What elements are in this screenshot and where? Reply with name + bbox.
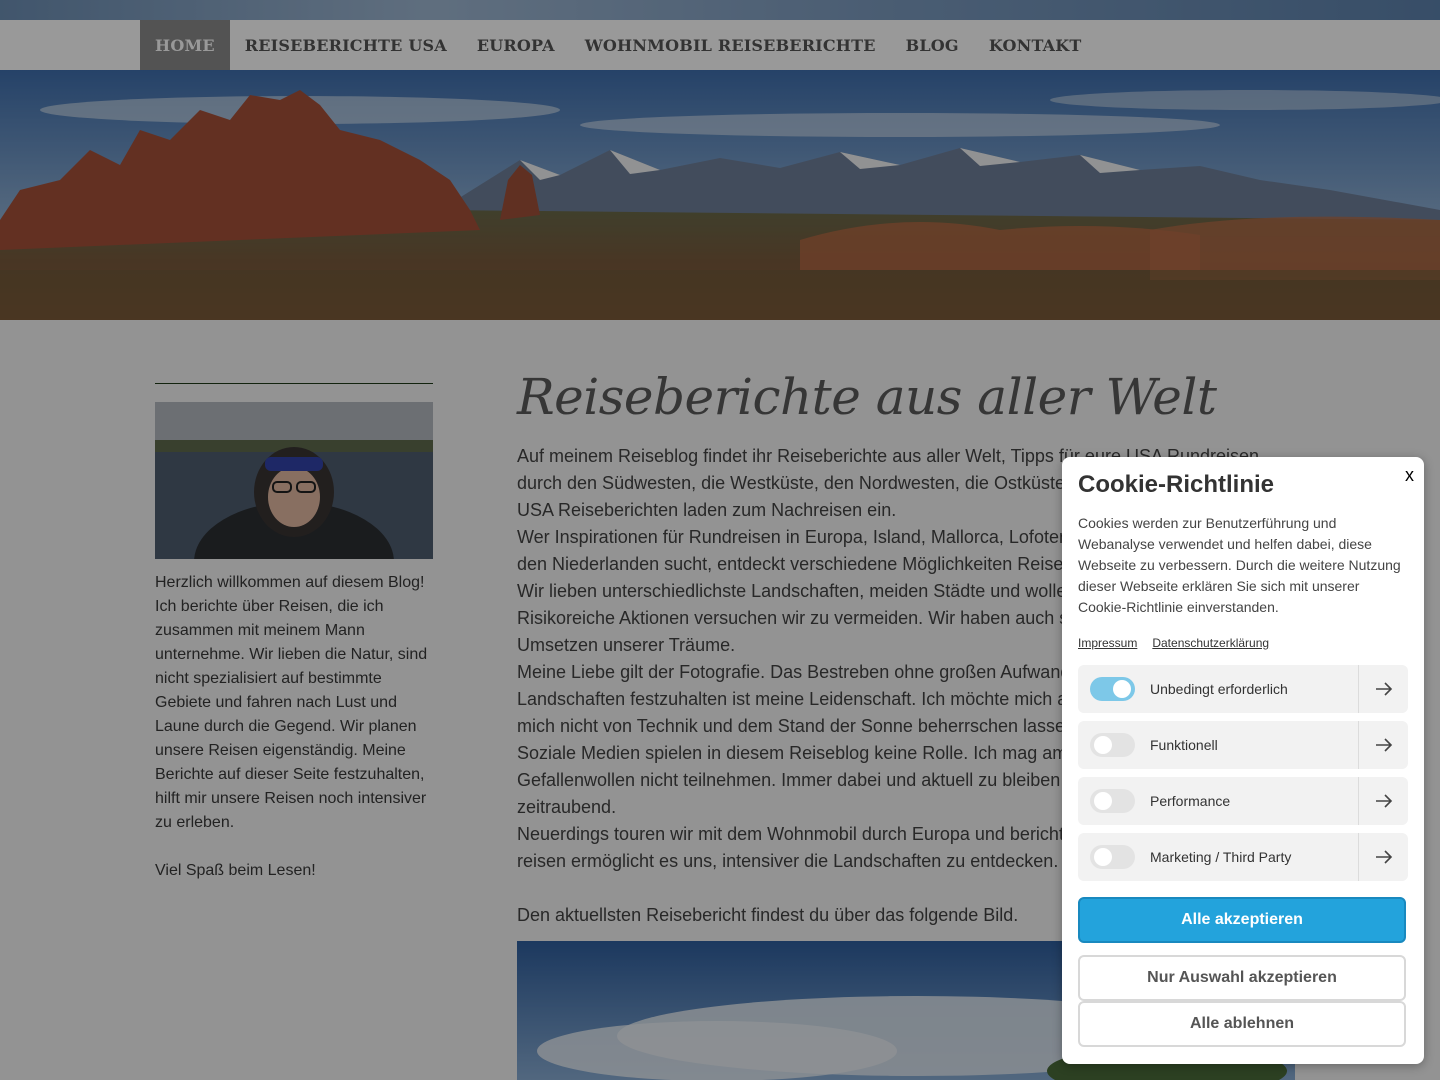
privacy-policy-link[interactable]: Datenschutzerklärung — [1152, 636, 1269, 650]
category-label: Performance — [1150, 793, 1231, 809]
category-label: Marketing / Third Party — [1150, 849, 1292, 865]
impressum-link[interactable]: Impressum — [1078, 636, 1137, 650]
toggle-performance[interactable] — [1090, 789, 1135, 813]
cookie-category-performance: Performance — [1078, 777, 1408, 825]
arrow-right-icon[interactable] — [1358, 833, 1408, 881]
cookie-description: Cookies werden zur Benutzerführung und W… — [1078, 515, 1401, 615]
cookie-category-marketing: Marketing / Third Party — [1078, 833, 1408, 881]
close-icon[interactable]: x — [1405, 465, 1414, 486]
reject-all-button[interactable]: Alle ablehnen — [1078, 1001, 1406, 1047]
arrow-right-icon[interactable] — [1358, 665, 1408, 713]
accept-all-button[interactable]: Alle akzeptieren — [1078, 897, 1406, 943]
toggle-functional[interactable] — [1090, 733, 1135, 757]
arrow-right-icon[interactable] — [1358, 721, 1408, 769]
cookie-category-functional: Funktionell — [1078, 721, 1408, 769]
accept-selection-button[interactable]: Nur Auswahl akzeptieren — [1078, 955, 1406, 1001]
category-label: Unbedingt erforderlich — [1150, 681, 1288, 697]
toggle-marketing[interactable] — [1090, 845, 1135, 869]
cookie-dialog: x Cookie-Richtlinie Cookies werden zur B… — [1062, 457, 1424, 1064]
cookie-title: Cookie-Richtlinie — [1078, 471, 1275, 498]
arrow-right-icon[interactable] — [1358, 777, 1408, 825]
cookie-category-necessary: Unbedingt erforderlich — [1078, 665, 1408, 713]
category-label: Funktionell — [1150, 737, 1218, 753]
toggle-necessary[interactable] — [1090, 677, 1135, 701]
